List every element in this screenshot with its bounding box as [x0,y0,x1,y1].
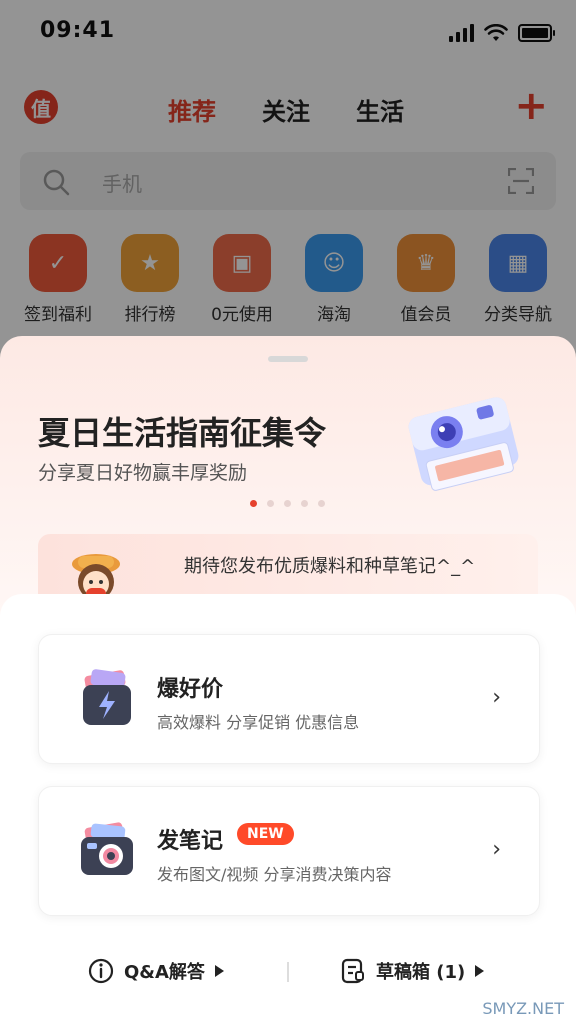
carousel-dot[interactable] [301,500,308,507]
watermark: SMYZ.NET [482,999,564,1018]
footer-divider [287,962,289,982]
note-post-card[interactable]: 发笔记 NEW 发布图文/视频 分享消费决策内容 › [38,786,540,916]
draft-box-icon [341,958,364,984]
lightning-box-icon [83,669,131,725]
chevron-right-icon: › [492,837,501,862]
carousel-dot[interactable] [318,500,325,507]
sheet-footer: Q&A解答 草稿箱 (1) [0,956,576,996]
deal-post-card[interactable]: 爆好价 高效爆料 分享促销 优惠信息 › [38,634,540,764]
carousel-dots [250,500,325,507]
banner-title[interactable]: 夏日生活指南征集令 [38,408,326,454]
drafts-button[interactable]: 草稿箱 (1) [340,958,485,984]
chevron-right-icon: › [492,685,501,710]
instant-camera-illustration [408,397,519,491]
new-badge: NEW [237,823,294,845]
carousel-dot[interactable] [267,500,274,507]
sheet-drag-handle[interactable] [268,356,308,362]
deal-post-title: 爆好价 [157,677,224,702]
qa-label: Q&A解答 [124,962,205,983]
deal-post-desc: 高效爆料 分享促销 优惠信息 [157,713,360,732]
info-icon [88,958,114,984]
caret-right-icon [214,965,224,977]
drafts-label: 草稿箱 (1) [376,962,466,983]
camera-icon [81,822,133,875]
note-post-desc: 发布图文/视频 分享消费决策内容 [157,865,392,884]
note-post-title: 发笔记 [157,829,224,854]
qa-button[interactable]: Q&A解答 [88,958,224,984]
caret-right-icon [475,965,485,977]
banner-subtitle: 分享夏日好物赢丰厚奖励 [38,462,248,484]
carousel-dot[interactable] [250,500,257,507]
publish-bottom-sheet: 夏日生活指南征集令 分享夏日好物赢丰厚奖励 期待您发布优质爆料和种草笔记^_^ [0,336,576,1024]
hint-text: 期待您发布优质爆料和种草笔记^_^ [184,556,476,577]
carousel-dot[interactable] [284,500,291,507]
